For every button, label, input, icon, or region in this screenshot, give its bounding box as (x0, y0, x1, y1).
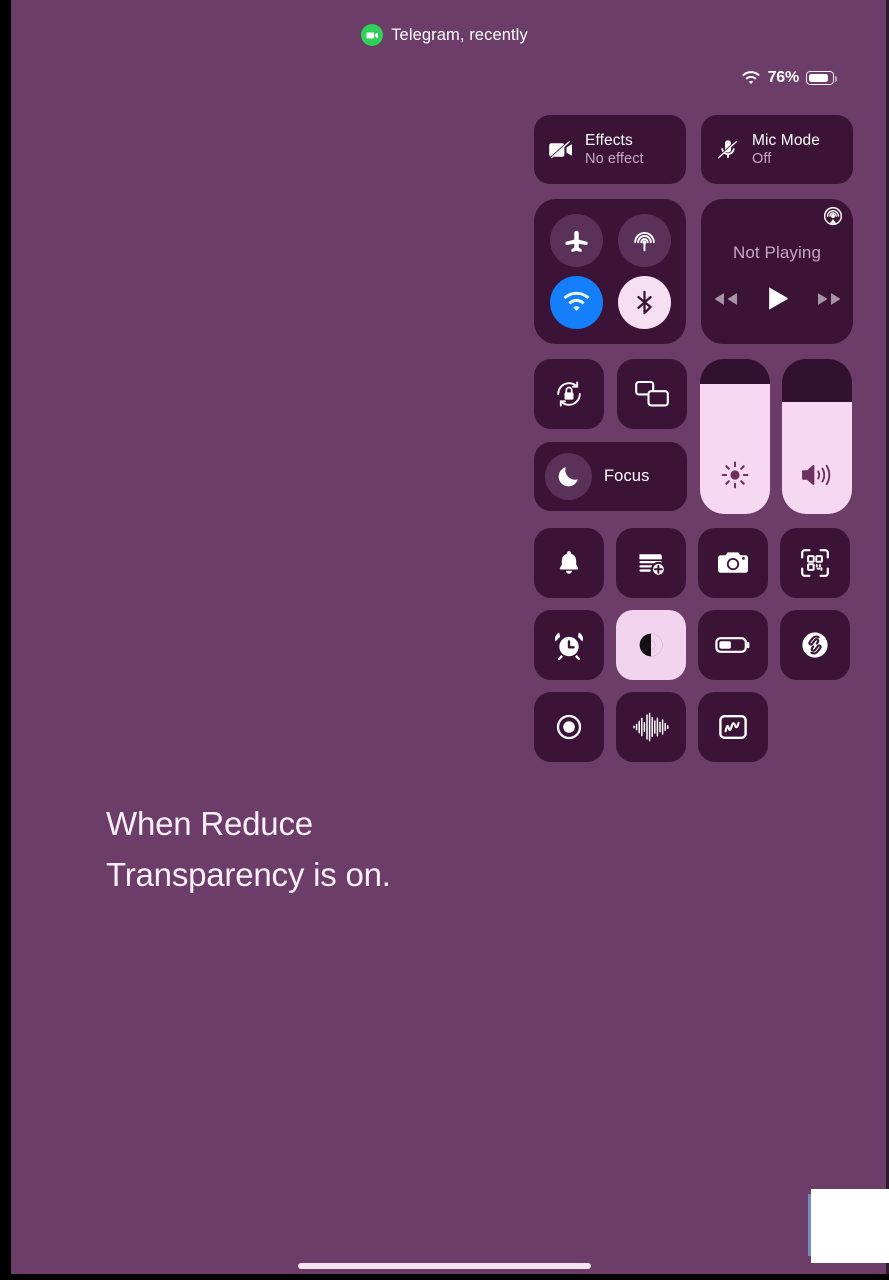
waveform-icon (632, 712, 670, 742)
cc-row-toggles-sliders: Focus (534, 359, 853, 514)
airplane-mode-button[interactable] (549, 213, 603, 267)
code-scanner-button[interactable] (780, 528, 850, 598)
cc-toggle-pair (534, 359, 687, 429)
record-icon (553, 711, 585, 743)
airplane-icon (563, 227, 590, 254)
wifi-button[interactable] (549, 276, 603, 330)
shazam-button[interactable] (780, 610, 850, 680)
moon-icon (556, 464, 581, 489)
mic-mode-subtitle: Off (752, 151, 772, 167)
quick-note-button[interactable] (616, 528, 686, 598)
focus-label: Focus (604, 467, 650, 485)
mic-mode-title: Mic Mode (752, 132, 820, 149)
silent-mode-button[interactable] (534, 528, 604, 598)
mic-mode-tile[interactable]: Mic Mode Off (701, 115, 853, 184)
screen-recording-button[interactable] (534, 692, 604, 762)
effects-title: Effects (585, 132, 633, 149)
wifi-icon (562, 289, 590, 316)
video-camera-icon (361, 24, 384, 46)
battery-half-icon (715, 634, 751, 656)
rewind-icon[interactable] (711, 290, 739, 308)
note-add-icon (635, 548, 667, 578)
caption-line-1: When Reduce (106, 805, 313, 842)
screen-mirroring-icon (634, 379, 670, 409)
battery-icon (806, 71, 837, 85)
shazam-icon (798, 628, 832, 662)
call-status-indicator[interactable]: Telegram, recently (0, 24, 889, 46)
bezel-bottom (0, 1274, 889, 1280)
status-bar-right: 76% (741, 69, 837, 87)
rotation-lock-button[interactable] (534, 359, 604, 429)
screen-mirroring-button[interactable] (617, 359, 687, 429)
caption-text: When Reduce Transparency is on. (106, 798, 576, 900)
effects-subtitle: No effect (585, 151, 644, 167)
volume-slider[interactable] (782, 359, 852, 514)
bluetooth-button[interactable] (617, 276, 671, 330)
low-power-mode-button[interactable] (698, 610, 768, 680)
camera-button[interactable] (698, 528, 768, 598)
alarm-button[interactable] (534, 610, 604, 680)
dark-mode-icon (634, 628, 668, 662)
stocks-icon (718, 713, 748, 741)
video-off-icon (548, 137, 574, 163)
bluetooth-icon (631, 289, 658, 316)
wifi-icon (741, 70, 761, 86)
brightness-slider[interactable] (700, 359, 770, 514)
airplay-audio-icon[interactable] (822, 206, 844, 228)
effects-tile[interactable]: Effects No effect (534, 115, 686, 184)
media-controls (711, 285, 844, 312)
now-playing-title: Not Playing (732, 243, 822, 262)
bell-icon (554, 548, 584, 578)
control-center: Effects No effect Mic Mode Off Not Playi… (534, 115, 853, 762)
fast-forward-icon[interactable] (816, 290, 844, 308)
brightness-icon (720, 460, 750, 490)
call-status-label: Telegram, recently (391, 25, 528, 44)
ipad-screen: Telegram, recently 76% Effects No effect… (0, 0, 889, 1280)
alarm-clock-icon (553, 629, 585, 661)
voice-memos-button[interactable] (616, 692, 686, 762)
overlay-white-card (811, 1189, 889, 1263)
now-playing-module[interactable]: Not Playing (701, 199, 853, 344)
dark-mode-button[interactable] (616, 610, 686, 680)
mic-off-icon (715, 137, 741, 163)
speaker-icon (800, 460, 834, 490)
stocks-button[interactable] (698, 692, 768, 762)
airdrop-button[interactable] (617, 213, 671, 267)
cc-toggles-column: Focus (534, 359, 687, 514)
connectivity-module (534, 199, 686, 344)
play-icon[interactable] (765, 285, 790, 312)
cc-shortcut-grid (534, 528, 853, 762)
cc-row-modules: Not Playing (534, 199, 853, 344)
caption-line-2: Transparency is on. (106, 856, 391, 894)
rotation-lock-icon (552, 377, 586, 411)
cc-row-video-controls: Effects No effect Mic Mode Off (534, 115, 853, 184)
focus-icon-wrap (545, 453, 592, 500)
qr-scanner-icon (799, 547, 831, 579)
camera-icon (716, 549, 750, 577)
volume-fill (782, 402, 852, 514)
focus-tile[interactable]: Focus (534, 442, 687, 511)
home-indicator[interactable] (298, 1263, 591, 1269)
brightness-fill (700, 383, 770, 514)
battery-percent-label: 76% (767, 69, 800, 86)
airdrop-icon (631, 227, 658, 254)
cc-sliders (700, 359, 852, 514)
